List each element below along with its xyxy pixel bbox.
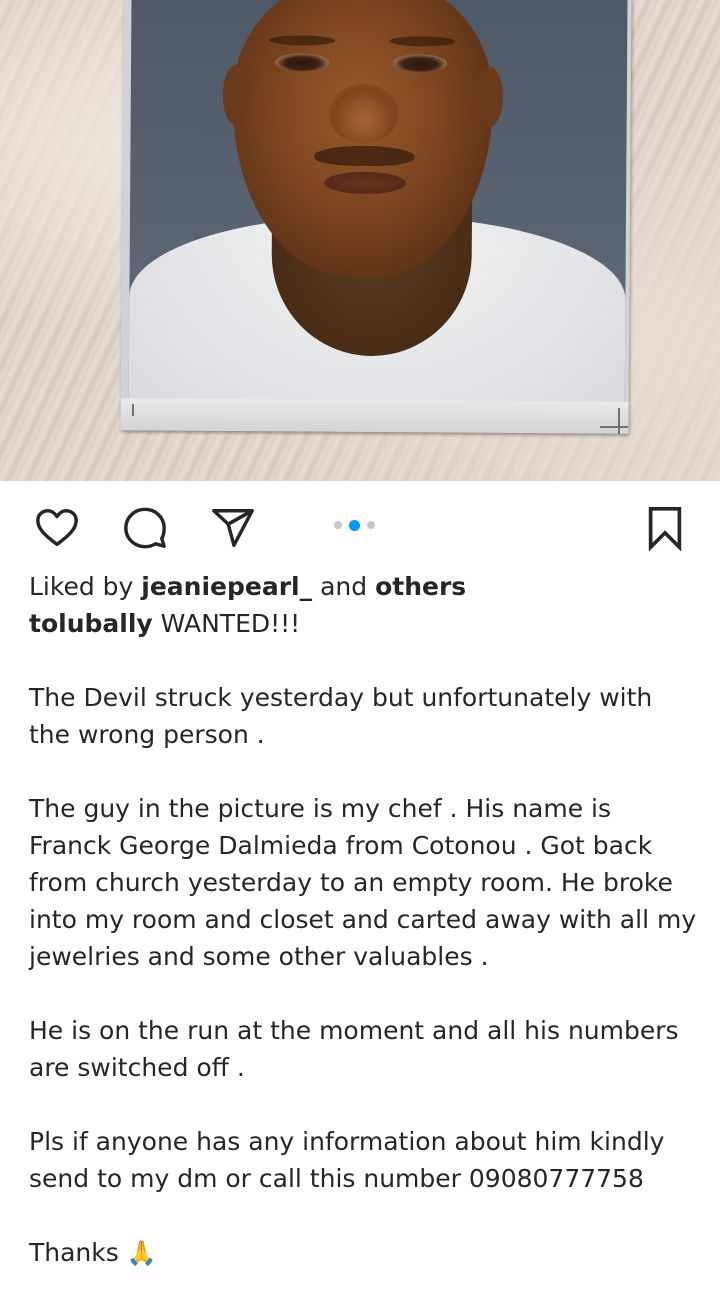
likes-line: Liked by jeaniepearl_ and others: [29, 568, 701, 605]
carousel-indicator: [334, 519, 375, 531]
carousel-dot-active: [349, 519, 360, 531]
carousel-dot: [367, 521, 375, 529]
comment-button[interactable]: [120, 503, 170, 553]
bookmark-icon: [648, 507, 682, 551]
like-button[interactable]: [32, 503, 82, 553]
send-icon: [212, 509, 254, 547]
likes-others-link[interactable]: others: [375, 572, 466, 601]
share-button[interactable]: [208, 503, 258, 553]
heart-icon: [36, 509, 78, 547]
post-action-bar: [0, 481, 720, 571]
caption-headline: WANTED!!!: [160, 609, 301, 638]
liker-username[interactable]: jeaniepearl_: [141, 572, 312, 601]
caption-paragraph: Pls if anyone has any information about …: [29, 1127, 665, 1193]
likes-connector: and: [320, 572, 368, 601]
caption-closing: Thanks 🙏: [29, 1234, 701, 1272]
caption-paragraph: He is on the run at the moment and all h…: [29, 1016, 679, 1082]
closing-text: Thanks: [29, 1238, 119, 1267]
likes-prefix: Liked by: [29, 572, 134, 601]
post-text: Liked by jeaniepearl_ and others tolubal…: [29, 568, 701, 1272]
caption-paragraph: The Devil struck yesterday but unfortuna…: [29, 683, 653, 749]
portrait-print: [120, 0, 632, 434]
caption-paragraph: The guy in the picture is my chef . His …: [29, 794, 697, 971]
print-border: [120, 398, 629, 434]
carousel-dot: [334, 521, 342, 529]
praying-hands-icon: 🙏: [126, 1239, 157, 1267]
save-button[interactable]: [640, 503, 690, 553]
comment-icon: [124, 507, 166, 549]
author-username[interactable]: tolubally: [29, 609, 153, 638]
caption-first-line: tolubally WANTED!!!: [29, 605, 701, 642]
post-image[interactable]: [0, 0, 720, 481]
